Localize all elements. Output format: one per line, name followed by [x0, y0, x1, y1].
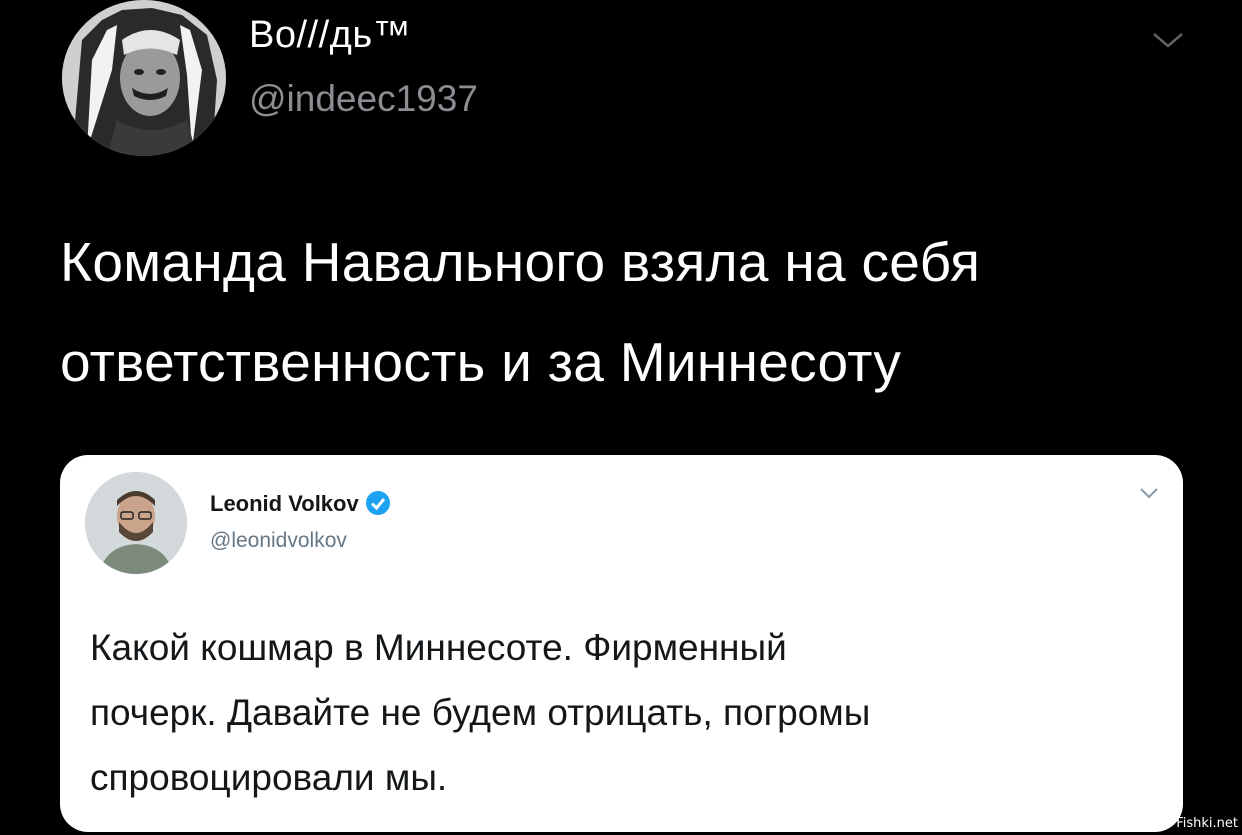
quoted-tweet-card[interactable]: Leonid Volkov @leonidvolkov Какой кошмар…: [60, 455, 1183, 832]
quoted-text-line: спровоцировали мы.: [90, 757, 448, 798]
chevron-down-icon[interactable]: [1138, 485, 1160, 501]
tweet-text-line: ответственность и за Миннесоту: [60, 331, 902, 393]
tweet-text: Команда Навального взяла на себя ответст…: [60, 212, 1210, 412]
author-name[interactable]: Во///дь™: [249, 14, 411, 57]
quoted-text-line: Какой кошмар в Миннесоте. Фирменный: [90, 627, 787, 668]
chevron-down-icon[interactable]: [1150, 24, 1186, 54]
quoted-author-avatar[interactable]: [85, 472, 187, 574]
quoted-author-name-text: Leonid Volkov: [210, 491, 359, 516]
tweet-text-line: Команда Навального взяла на себя: [60, 231, 981, 293]
quoted-author-handle[interactable]: @leonidvolkov: [210, 529, 347, 553]
verified-badge-icon: [365, 491, 390, 515]
author-handle[interactable]: @indeec1937: [249, 78, 478, 120]
quoted-tweet-text: Какой кошмар в Миннесоте. Фирменный поче…: [90, 615, 1160, 810]
quoted-author-name[interactable]: Leonid Volkov: [210, 490, 391, 517]
avatar-image: [85, 472, 187, 574]
author-avatar[interactable]: [62, 0, 226, 156]
watermark: Fishki.net: [1176, 816, 1238, 831]
quoted-text-line: почерк. Давайте не будем отрицать, погро…: [90, 692, 871, 733]
avatar-image: [62, 0, 226, 156]
